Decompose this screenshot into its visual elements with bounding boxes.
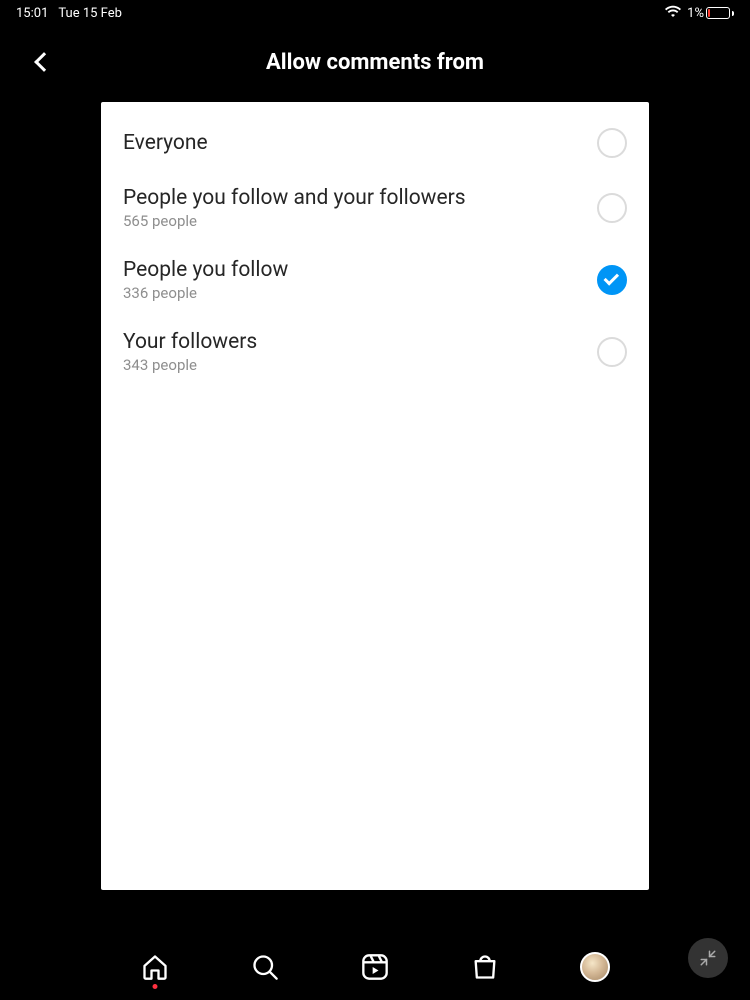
- page-title: Allow comments from: [266, 50, 484, 75]
- option-subtitle: 336 people: [123, 284, 288, 302]
- wifi-icon: [665, 5, 681, 21]
- option-subtitle: 343 people: [123, 356, 257, 374]
- status-time: 15:01: [16, 6, 48, 21]
- tab-home[interactable]: [137, 947, 173, 987]
- radio-icon: [597, 337, 627, 367]
- battery-percent: 1%: [687, 6, 704, 21]
- tab-shop[interactable]: [467, 947, 503, 987]
- avatar-icon: [580, 952, 610, 982]
- battery-indicator: 1%: [687, 6, 734, 21]
- radio-icon: [597, 193, 627, 223]
- option-label: People you follow: [123, 258, 288, 282]
- options-panel: Everyone People you follow and your foll…: [101, 102, 649, 890]
- tab-profile[interactable]: [577, 947, 613, 987]
- shop-icon: [471, 953, 499, 981]
- checkmark-icon: [604, 270, 620, 286]
- reels-icon: [361, 953, 389, 981]
- option-everyone[interactable]: Everyone: [101, 114, 649, 172]
- tab-reels[interactable]: [357, 947, 393, 987]
- tab-search[interactable]: [247, 947, 283, 987]
- radio-icon: [597, 128, 627, 158]
- home-icon: [141, 953, 169, 981]
- header: Allow comments from: [0, 22, 750, 102]
- collapse-icon: [699, 949, 717, 967]
- search-icon: [251, 953, 279, 981]
- option-label: Your followers: [123, 330, 257, 354]
- collapse-button[interactable]: [688, 938, 728, 978]
- option-follow-and-followers[interactable]: People you follow and your followers 565…: [101, 172, 649, 244]
- option-people-you-follow[interactable]: People you follow 336 people: [101, 244, 649, 316]
- notification-dot-icon: [153, 984, 158, 989]
- back-button[interactable]: [24, 42, 64, 82]
- option-subtitle: 565 people: [123, 212, 466, 230]
- status-date: Tue 15 Feb: [58, 6, 122, 21]
- radio-selected-icon: [597, 265, 627, 295]
- option-your-followers[interactable]: Your followers 343 people: [101, 316, 649, 388]
- status-bar: 15:01 Tue 15 Feb 1%: [0, 0, 750, 22]
- option-label: Everyone: [123, 131, 208, 155]
- tab-bar: [0, 934, 750, 1000]
- option-label: People you follow and your followers: [123, 186, 466, 210]
- chevron-left-icon: [34, 52, 54, 72]
